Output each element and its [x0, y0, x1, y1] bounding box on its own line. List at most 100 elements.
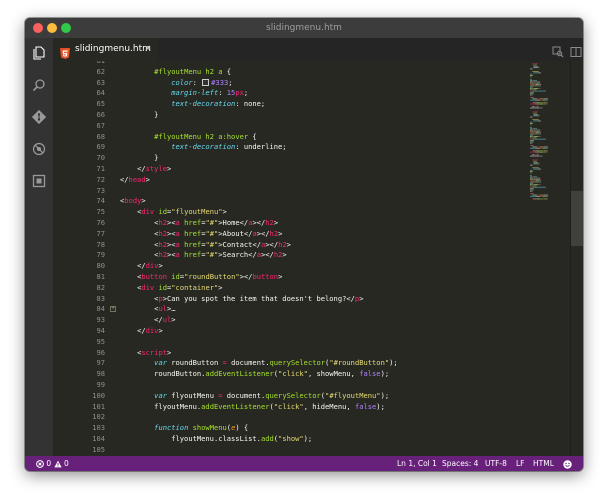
- tab-bar: slidingmenu.htm ×: [53, 38, 583, 61]
- html5-icon: [60, 44, 70, 59]
- close-tab-icon[interactable]: ×: [144, 38, 152, 61]
- code-text: }: [120, 110, 159, 119]
- open-preview-icon[interactable]: [552, 43, 564, 58]
- line-number: 69: [96, 142, 105, 152]
- code-text: </div>: [120, 326, 163, 335]
- line-number: 80: [96, 261, 105, 271]
- status-bar: 0 0 Ln 1, Col 1 Spaces: 4 UTF-8 LF HTML: [25, 456, 583, 471]
- line-number: 75: [96, 207, 105, 217]
- code-line[interactable]: 77 <h2><a href="#">About</a></h2>: [53, 229, 583, 240]
- code-line[interactable]: 84 + <ul>…: [53, 304, 583, 315]
- line-number: 97: [96, 358, 105, 368]
- vertical-scrollbar[interactable]: [570, 61, 583, 456]
- line-number: 103: [92, 423, 105, 433]
- search-icon[interactable]: [32, 78, 46, 92]
- split-editor-icon[interactable]: [570, 43, 582, 57]
- source-control-icon[interactable]: [32, 110, 46, 124]
- code-text: </div>: [120, 261, 163, 271]
- line-number: 83: [96, 293, 105, 303]
- code-line[interactable]: 100 var flyoutMenu = document.querySelec…: [53, 391, 583, 402]
- line-number: 63: [96, 77, 105, 87]
- window-title: slidingmenu.htm: [266, 23, 342, 33]
- line-number: 66: [96, 110, 105, 119]
- code-editor[interactable]: 6162 #flyoutMenu h2 a {63 color: #333;64…: [53, 61, 583, 456]
- code-line[interactable]: 76 <h2><a href="#">Home</a></h2>: [53, 218, 583, 229]
- code-line[interactable]: 65 text-decoration: none;: [53, 99, 583, 110]
- code-line[interactable]: 75 <div id="flyoutMenu">: [53, 207, 583, 218]
- line-number: 101: [92, 401, 105, 411]
- code-line[interactable]: 95: [53, 337, 583, 348]
- activity-bar: [25, 38, 53, 456]
- code-line[interactable]: 71 </style>: [53, 164, 583, 175]
- code-text: roundButton.addEventListener("click", sh…: [120, 369, 390, 379]
- code-text: flyoutMenu.addEventListener("click", hid…: [120, 401, 385, 411]
- code-line[interactable]: 74 <body>: [53, 196, 583, 207]
- line-number: 74: [96, 196, 105, 206]
- code-line[interactable]: 104 flyoutMenu.classList.add("show");: [53, 434, 583, 445]
- code-line[interactable]: 80 </div>: [53, 261, 583, 272]
- language-mode[interactable]: HTML: [533, 456, 554, 471]
- line-number: 82: [96, 282, 105, 292]
- scrollbar-thumb[interactable]: [571, 191, 583, 246]
- line-number: 104: [92, 434, 105, 443]
- code-line[interactable]: 70 }: [53, 153, 583, 164]
- cursor-position[interactable]: Ln 1, Col 1: [397, 456, 437, 471]
- code-line[interactable]: 67: [53, 121, 583, 132]
- line-number: 77: [96, 228, 105, 238]
- fold-expand-icon[interactable]: +: [110, 306, 116, 313]
- code-line[interactable]: 69 text-decoration: underline;: [53, 142, 583, 153]
- code-text: </style>: [120, 164, 172, 173]
- code-text: margin-left: 15px;: [171, 88, 249, 98]
- code-line[interactable]: 66 }: [53, 110, 583, 121]
- code-line[interactable]: 93 </ul>: [53, 315, 583, 326]
- code-line[interactable]: 82 <div id="container">: [53, 283, 583, 294]
- line-number: 102: [92, 412, 105, 422]
- line-number: 96: [96, 347, 105, 357]
- line-number: 84: [96, 304, 105, 314]
- code-text: #flyoutMenu h2 a {: [154, 66, 232, 76]
- code-text: <div id="flyoutMenu">: [120, 207, 227, 217]
- color-swatch[interactable]: [202, 78, 210, 86]
- code-line[interactable]: 68 #flyoutMenu h2 a:hover {: [53, 132, 583, 143]
- code-text: <body>: [120, 196, 146, 206]
- code-line[interactable]: 101 flyoutMenu.addEventListener("click",…: [53, 402, 583, 413]
- code-line[interactable]: 83 <p>Can you spot the item that doesn't…: [53, 294, 583, 305]
- encoding-setting[interactable]: UTF-8: [485, 456, 507, 471]
- code-line[interactable]: 103 function showMenu(e) {: [53, 423, 583, 434]
- code-line[interactable]: 99: [53, 380, 583, 391]
- extensions-icon[interactable]: [32, 174, 46, 188]
- code-line[interactable]: 97 var roundButton = document.querySelec…: [53, 358, 583, 369]
- code-line[interactable]: 62 #flyoutMenu h2 a {: [53, 67, 583, 78]
- code-line[interactable]: 102: [53, 412, 583, 423]
- code-line[interactable]: 64 margin-left: 15px;: [53, 88, 583, 99]
- indentation-setting[interactable]: Spaces: 4: [442, 456, 478, 471]
- code-line[interactable]: 81 <button id="roundButton"></button>: [53, 272, 583, 283]
- warning-count: 0: [63, 459, 69, 468]
- code-text: <p>Can you spot the item that doesn't be…: [120, 293, 364, 303]
- code-line[interactable]: 94 </div>: [53, 326, 583, 337]
- code-line[interactable]: 73: [53, 186, 583, 197]
- line-number: 64: [96, 88, 105, 98]
- minimap[interactable]: [529, 61, 571, 201]
- code-line[interactable]: 105: [53, 445, 583, 456]
- code-text: <ul>…: [120, 304, 176, 314]
- code-line[interactable]: 96 <script>: [53, 348, 583, 359]
- line-number: 93: [96, 315, 105, 325]
- code-text: #flyoutMenu h2 a:hover {: [154, 131, 257, 141]
- code-text: <div id="container">: [120, 282, 223, 292]
- tab-slidingmenu[interactable]: slidingmenu.htm ×: [53, 38, 157, 61]
- smiley-icon[interactable]: [563, 456, 572, 471]
- code-line[interactable]: 72 </head>: [53, 175, 583, 186]
- line-number: 72: [96, 174, 105, 184]
- debug-icon[interactable]: [32, 142, 46, 156]
- problems-indicator[interactable]: 0 0: [36, 456, 69, 471]
- code-line[interactable]: 78 <h2><a href="#">Contact</a></h2>: [53, 240, 583, 251]
- line-number: 98: [96, 369, 105, 379]
- explorer-icon[interactable]: [32, 46, 46, 60]
- eol-setting[interactable]: LF: [516, 456, 525, 471]
- code-line[interactable]: 98 roundButton.addEventListener("click",…: [53, 369, 583, 380]
- code-line[interactable]: 79 <h2><a href="#">Search</a></h2>: [53, 250, 583, 261]
- code-line[interactable]: 63 color: #333;: [53, 78, 583, 89]
- code-text: <script>: [120, 347, 172, 357]
- code-text: }: [120, 153, 159, 163]
